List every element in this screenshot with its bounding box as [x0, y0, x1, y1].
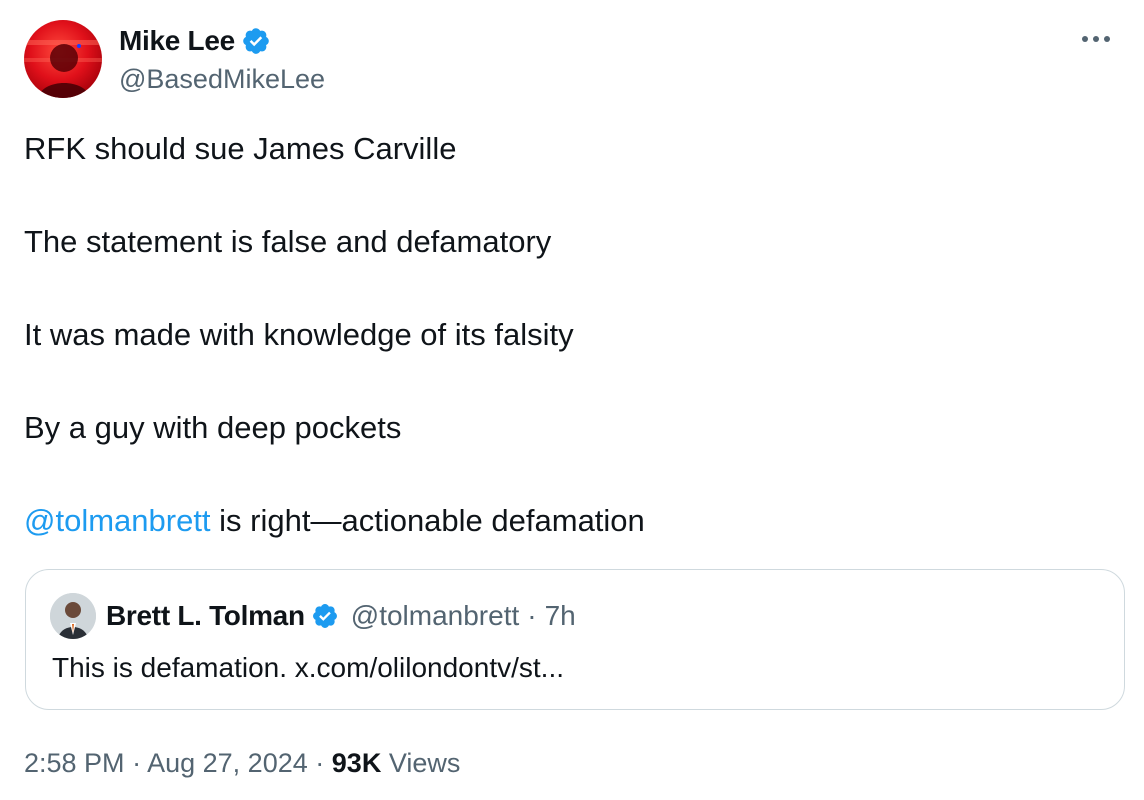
mention-link[interactable]: @tolmanbrett [24, 503, 211, 538]
avatar-photo [24, 40, 102, 98]
post-time[interactable]: 2:58 PM [24, 748, 125, 778]
tweet-header: Mike Lee @BasedMikeLee [24, 20, 1124, 100]
more-options-button[interactable] [1076, 24, 1116, 54]
quoted-avatar-photo [50, 593, 96, 639]
tweet-line: The statement is false and defamatory [24, 224, 552, 259]
author-display-name-row[interactable]: Mike Lee [119, 24, 271, 58]
quoted-separator: · [527, 600, 537, 631]
quoted-header: Brett L. Tolman @tolmanbrett · 7h [106, 598, 576, 634]
post-date[interactable]: Aug 27, 2024 [147, 748, 308, 778]
tweet[interactable]: Mike Lee @BasedMikeLee RFK should sue Ja… [0, 0, 1144, 800]
quoted-display-name[interactable]: Brett L. Tolman [106, 598, 305, 634]
tweet-line-rest: is right—actionable defamation [210, 503, 645, 538]
footer-separator: · [132, 748, 142, 778]
tweet-footer: 2:58 PM · Aug 27, 2024 · 93K Views [24, 745, 460, 781]
quoted-tweet[interactable]: Brett L. Tolman @tolmanbrett · 7h This i… [25, 569, 1125, 710]
views-count[interactable]: 93K [332, 748, 382, 778]
quoted-text: This is defamation. x.com/olilondontv/st… [52, 652, 564, 683]
author-handle[interactable]: @BasedMikeLee [119, 62, 325, 96]
views-label[interactable]: Views [389, 748, 461, 778]
quoted-handle[interactable]: @tolmanbrett [351, 598, 520, 634]
tweet-line: RFK should sue James Carville [24, 131, 457, 166]
tweet-line: It was made with knowledge of its falsit… [24, 317, 574, 352]
quoted-time[interactable]: 7h [545, 598, 576, 634]
footer-separator: · [315, 748, 325, 778]
author-name-block: Mike Lee @BasedMikeLee [119, 24, 325, 96]
tweet-line-with-mention: @tolmanbrett is right—actionable defamat… [24, 498, 1114, 544]
verified-badge-icon[interactable] [311, 602, 339, 630]
author-display-name[interactable]: Mike Lee [119, 24, 235, 58]
author-avatar[interactable] [24, 20, 102, 98]
quoted-author-avatar[interactable] [50, 593, 96, 639]
tweet-body: RFK should sue James Carville The statem… [24, 126, 1114, 591]
verified-badge-icon[interactable] [241, 26, 271, 56]
tweet-line: By a guy with deep pockets [24, 410, 402, 445]
more-horizontal-icon [1082, 36, 1110, 42]
